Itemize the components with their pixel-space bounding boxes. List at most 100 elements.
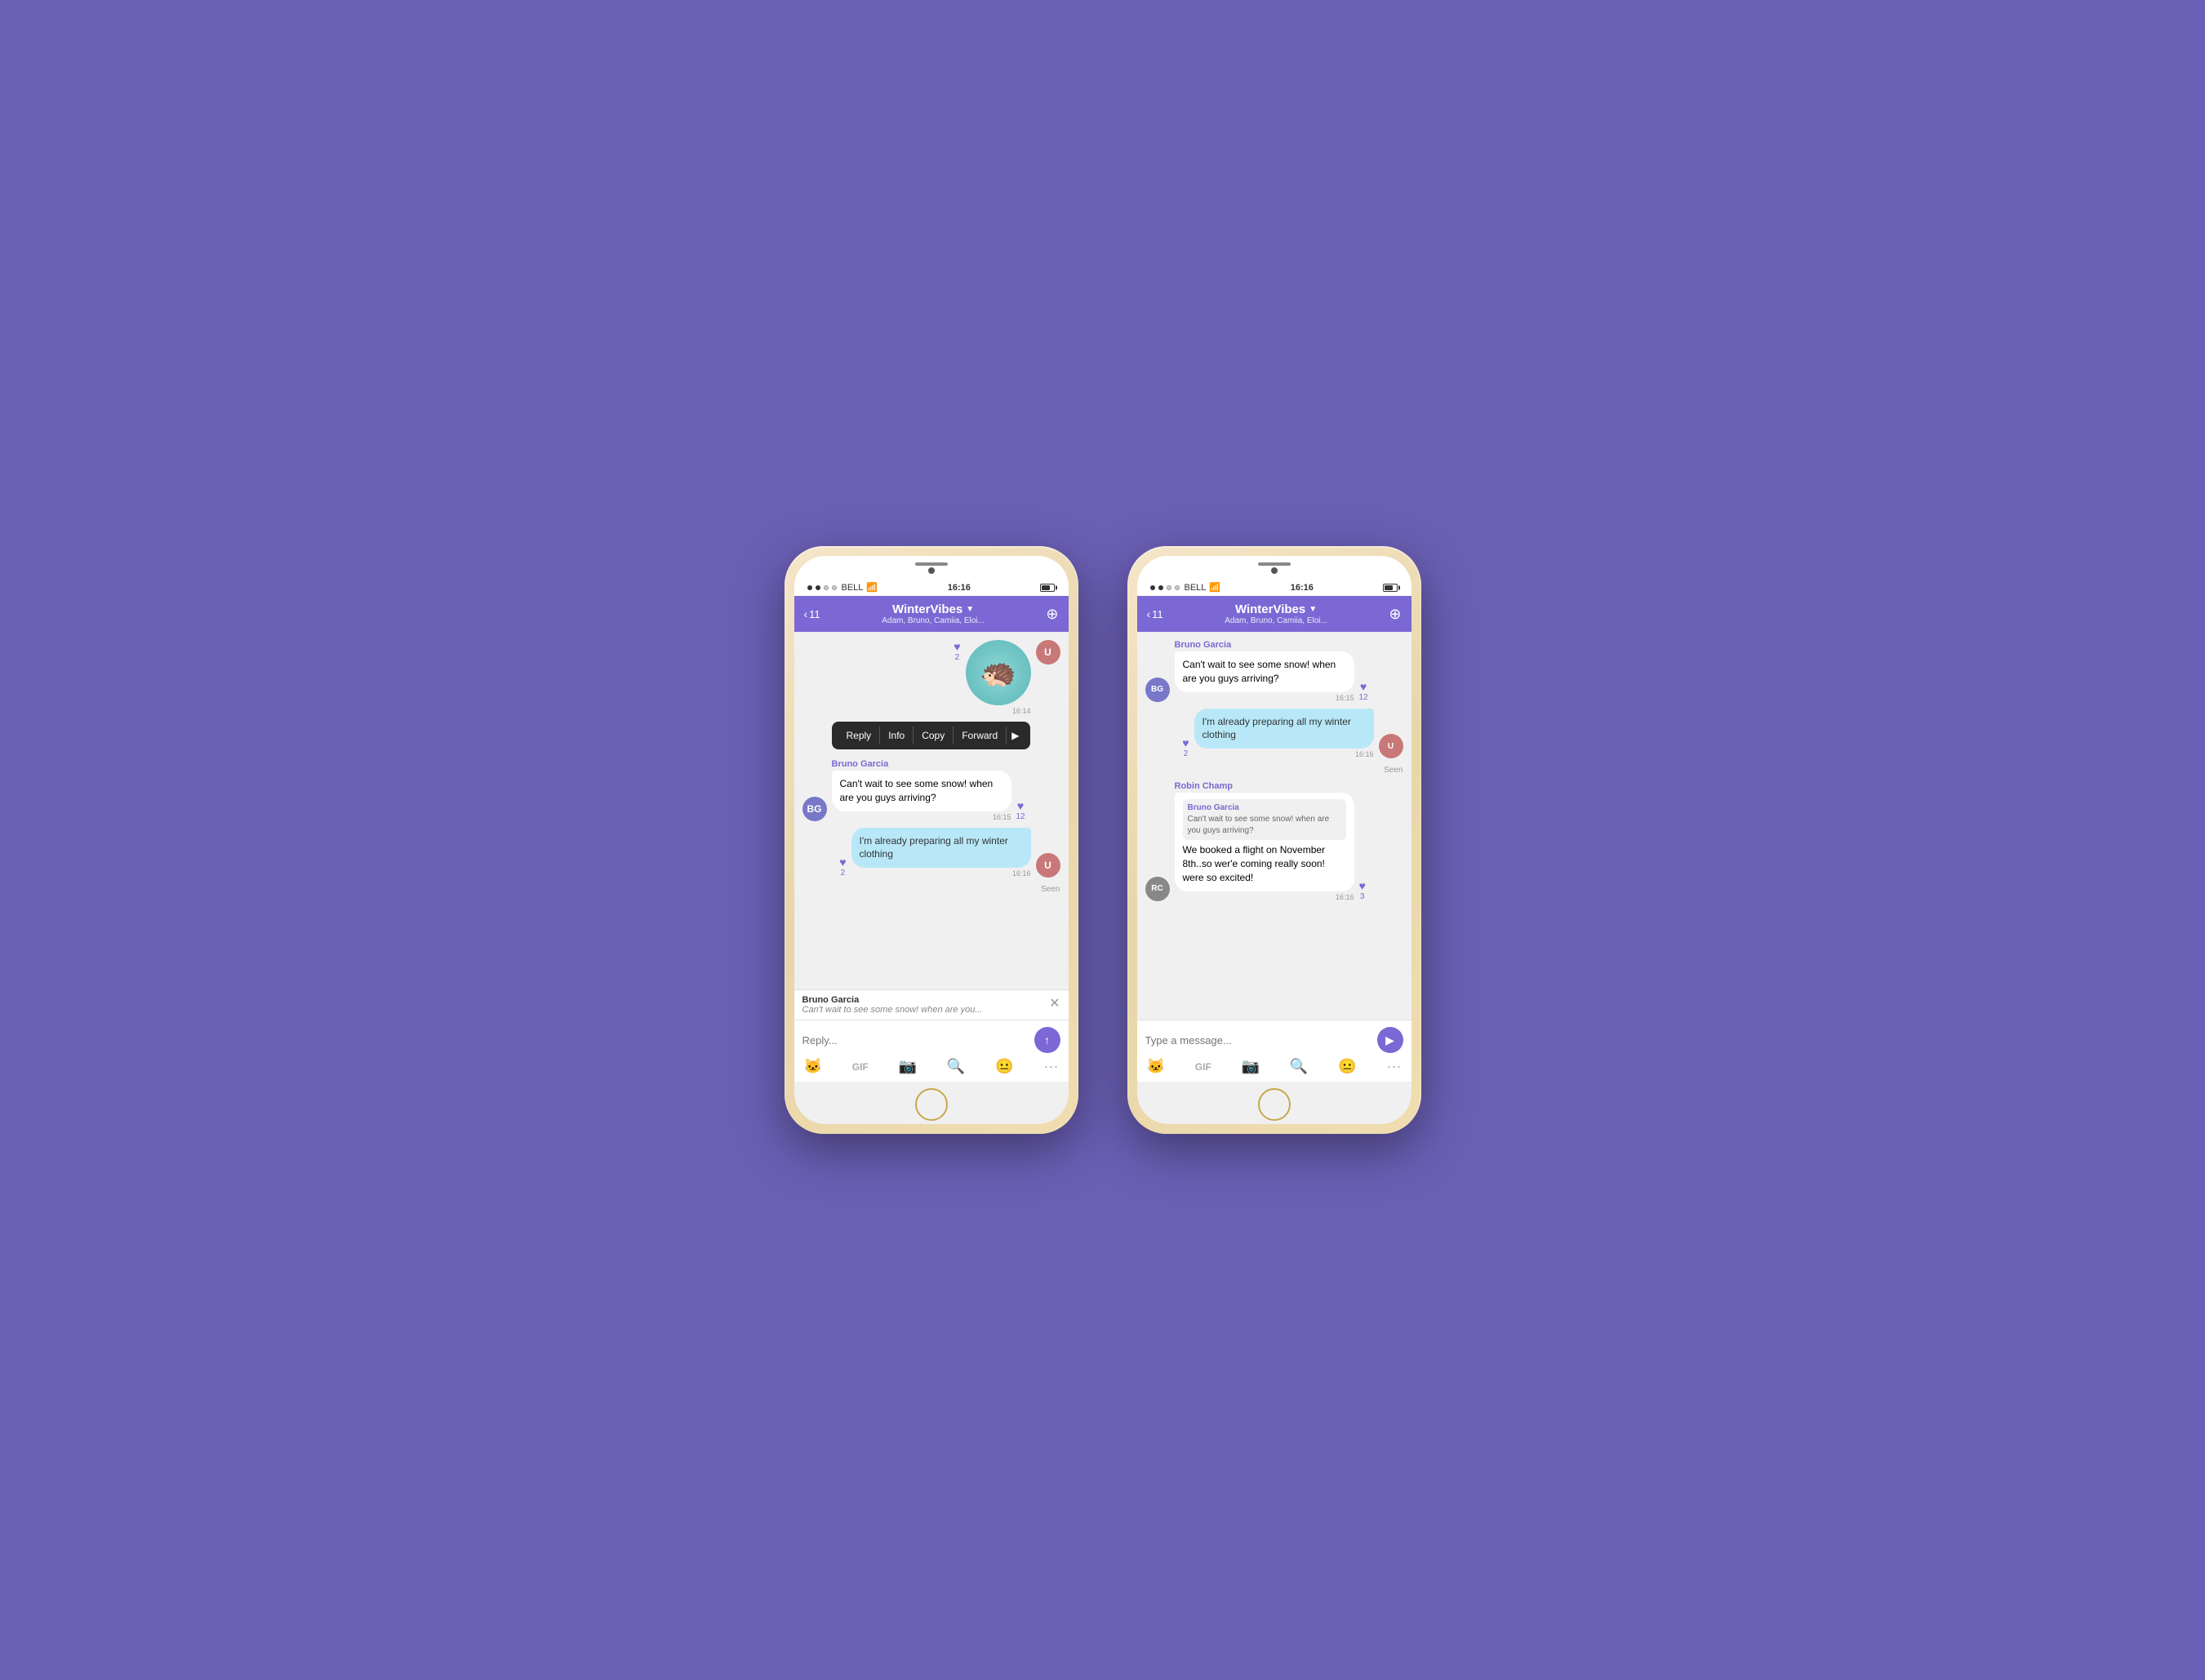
p2-msg1-like-count: 12 (1359, 693, 1368, 702)
play-context-btn[interactable]: ▶ (1007, 727, 1024, 744)
reply-context-btn[interactable]: Reply (838, 727, 881, 744)
sticker-sender-avatar: U (1036, 640, 1060, 664)
chat-subtitle-1: Adam, Bruno, Camiia, Eloi... (827, 616, 1040, 625)
p2-seen-label: Seen (1145, 766, 1403, 775)
more-toolbar-icon[interactable]: ··· (1043, 1058, 1058, 1075)
send-button-1[interactable]: ↑ (1034, 1027, 1060, 1053)
p2-heart-icon-msg1[interactable]: ♥ (1360, 680, 1367, 693)
heart-icon-msg2[interactable]: ♥ (839, 856, 846, 869)
context-menu-container: Reply Info Copy Forward ▶ (802, 722, 1060, 753)
p2-bubble-3: Bruno Garcia Can't wait to see some snow… (1175, 793, 1354, 891)
p2-heart-icon-msg2[interactable]: ♥ (1182, 736, 1189, 749)
msg1-like-count: 12 (1016, 812, 1025, 821)
p2-bubble-1: Can't wait to see some snow! when are yo… (1175, 651, 1354, 692)
p2-sender-name-1: Bruno Garcia (1175, 640, 1354, 650)
p2-heart-icon-msg3[interactable]: ♥ (1359, 879, 1366, 892)
sticker-image: 🦔 (966, 640, 1031, 705)
info-context-btn[interactable]: Info (880, 727, 914, 744)
sticker-row: ♥ 2 🦔 16:14 U (802, 640, 1060, 715)
message-input-2[interactable] (1145, 1034, 1372, 1047)
reply-preview-content: Bruno Garcia Can't wait to see some snow… (802, 995, 1050, 1015)
p2-bubble-wrap-2: I'm already preparing all my winter clot… (1194, 709, 1374, 759)
camera (928, 567, 935, 574)
bubble-time-2: 16:16 (851, 869, 1031, 878)
heart-icon-sticker[interactable]: ♥ (954, 640, 960, 653)
p2-gif-toolbar-btn[interactable]: GIF (1195, 1061, 1211, 1073)
add-contact-button-1[interactable]: ⊕ (1046, 606, 1058, 623)
sticker-container: 🦔 16:14 (966, 640, 1031, 715)
p2-bubble-wrap-3: Robin Champ Bruno Garcia Can't wait to s… (1175, 781, 1354, 900)
bubble-text-1: Can't wait to see some snow! when are yo… (840, 778, 994, 803)
status-time-1: 16:16 (948, 583, 971, 593)
message-input-1[interactable] (802, 1034, 1029, 1047)
phone-top-notch (794, 556, 1069, 577)
p2-msg3-like-count: 3 (1360, 892, 1365, 901)
home-area-1 (794, 1082, 1069, 1124)
p2-more-toolbar-icon[interactable]: ··· (1386, 1058, 1401, 1075)
p2-avatar-robin: RC (1145, 877, 1170, 901)
p2-bubble-text-1: Can't wait to see some snow! when are yo… (1183, 659, 1336, 684)
sticker-like-count: 2 (955, 653, 960, 662)
back-button-2[interactable]: ‹ 11 (1147, 607, 1163, 620)
signal-dot-1 (807, 585, 812, 590)
speaker-2 (1258, 562, 1291, 566)
camera-2 (1271, 567, 1278, 574)
add-contact-button-2[interactable]: ⊕ (1389, 606, 1401, 623)
p2-bubble-time-1: 16:15 (1175, 694, 1354, 702)
input-row-2: ▶ (1145, 1027, 1403, 1053)
back-button-1[interactable]: ‹ 11 (804, 607, 820, 620)
battery-icon (1040, 584, 1055, 592)
p2-search-toolbar-icon[interactable]: 🔍 (1290, 1058, 1308, 1075)
header-center-2: WinterVibes ▼ Adam, Bruno, Camiia, Eloi.… (1170, 602, 1383, 625)
reply-preview-name: Bruno Garcia (802, 995, 1050, 1005)
forward-context-btn[interactable]: Forward (954, 727, 1007, 744)
signal-dot-3 (824, 585, 829, 590)
back-count-2: 11 (1152, 608, 1163, 620)
sticker-heart: ♥ 2 (954, 640, 960, 662)
message-row-1: BG Bruno Garcia Can't wait to see some s… (802, 759, 1060, 821)
seen-label-1: Seen (802, 885, 1060, 894)
battery-icon-2 (1383, 584, 1398, 592)
copy-context-btn[interactable]: Copy (914, 727, 954, 744)
signal-dot-2 (816, 585, 820, 590)
status-time-2: 16:16 (1291, 583, 1314, 593)
chat-area-2: BG Bruno Garcia Can't wait to see some s… (1137, 632, 1411, 1020)
p2-emoji-toolbar-icon[interactable]: 😐 (1338, 1058, 1356, 1075)
bubble-time-1: 16:15 (832, 813, 1011, 821)
carrier-label: BELL (842, 583, 864, 593)
p2-sticker-toolbar-icon[interactable]: 🐱 (1147, 1058, 1165, 1075)
emoji-toolbar-icon[interactable]: 😐 (995, 1058, 1013, 1075)
chat-header-1: ‹ 11 WinterVibes ▼ Adam, Bruno, Camiia, … (794, 596, 1069, 632)
phone-1: BELL 📶 16:16 ‹ 11 WinterVibe (785, 546, 1078, 1134)
home-button-1[interactable] (915, 1088, 948, 1121)
header-center-1: WinterVibes ▼ Adam, Bruno, Camiia, Eloi.… (827, 602, 1040, 625)
status-bar-2: BELL 📶 16:16 (1137, 577, 1411, 596)
signal-dot-2-3 (1167, 585, 1171, 590)
p2-sender-name-3: Robin Champ (1175, 781, 1354, 791)
send-icon-1: ↑ (1044, 1033, 1050, 1047)
message-row-2: ♥ 2 I'm already preparing all my winter … (802, 828, 1060, 878)
signal-dot-2-2 (1158, 585, 1163, 590)
p2-camera-toolbar-icon[interactable]: 📷 (1242, 1058, 1260, 1075)
bubble-wrap-1: Bruno Garcia Can't wait to see some snow… (832, 759, 1011, 821)
camera-toolbar-icon[interactable]: 📷 (899, 1058, 917, 1075)
back-chevron-icon: ‹ (804, 607, 808, 620)
home-button-2[interactable] (1258, 1088, 1291, 1121)
p2-bubble-text-2: I'm already preparing all my winter clot… (1203, 716, 1351, 741)
quote-text: Can't wait to see some snow! when are yo… (1188, 814, 1341, 837)
gif-toolbar-btn[interactable]: GIF (852, 1061, 869, 1073)
msg2-like-count: 2 (841, 869, 846, 878)
chat-title-1: WinterVibes ▼ (827, 602, 1040, 616)
phone-2: BELL 📶 16:16 ‹ 11 WinterVibe (1127, 546, 1421, 1134)
signal-dot-2-1 (1150, 585, 1155, 590)
bubble-2: I'm already preparing all my winter clot… (851, 828, 1031, 869)
msg2-heart: ♥ 2 (839, 856, 846, 878)
battery-fill-2 (1385, 585, 1393, 590)
search-toolbar-icon[interactable]: 🔍 (947, 1058, 965, 1075)
bubble-text-2: I'm already preparing all my winter clot… (860, 835, 1008, 860)
heart-icon-msg1[interactable]: ♥ (1017, 799, 1024, 812)
msg1-heart: ♥ 12 (1016, 799, 1025, 821)
reply-close-button[interactable]: ✕ (1049, 995, 1060, 1011)
sticker-toolbar-icon[interactable]: 🐱 (804, 1058, 822, 1075)
send-button-2[interactable]: ▶ (1377, 1027, 1403, 1053)
